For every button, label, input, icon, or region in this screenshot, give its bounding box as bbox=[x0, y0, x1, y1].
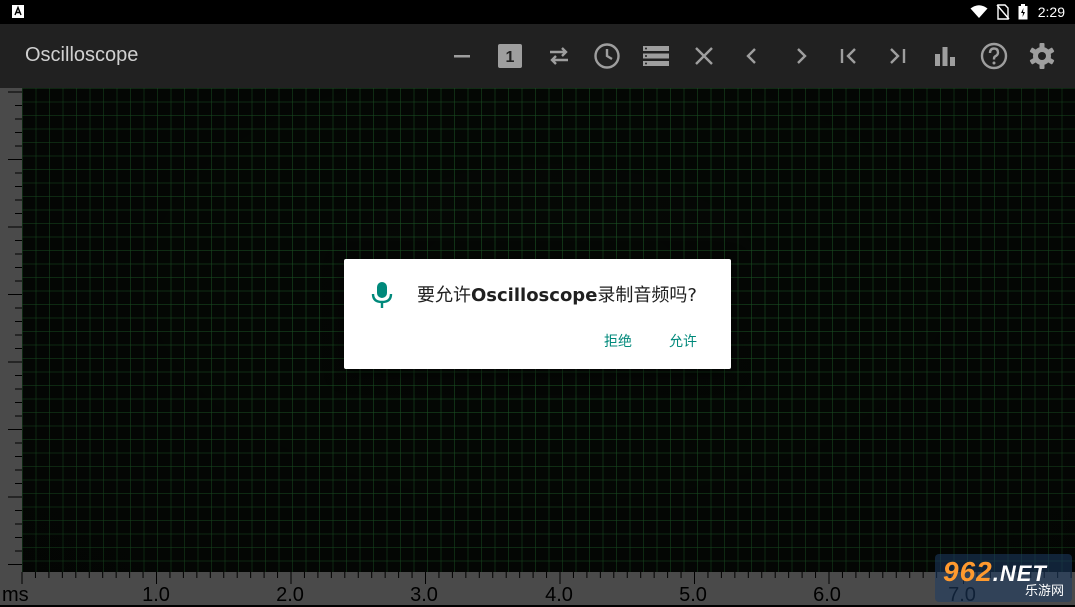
x-tick-label: 4.0 bbox=[545, 584, 573, 606]
permission-dialog: 要允许Oscilloscope录制音频吗? 拒绝 允许 bbox=[344, 259, 731, 369]
bar-chart-icon bbox=[935, 47, 955, 66]
prev-button[interactable] bbox=[736, 40, 768, 72]
x-tick-label: 5.0 bbox=[679, 584, 707, 606]
close-icon bbox=[695, 47, 713, 65]
vertical-ticks bbox=[8, 91, 22, 565]
swap-button[interactable] bbox=[543, 40, 575, 72]
vertical-ruler bbox=[0, 88, 22, 572]
dialog-prefix: 要允许 bbox=[417, 285, 471, 306]
app-title: Oscilloscope bbox=[25, 44, 139, 66]
prev-icon bbox=[746, 48, 756, 64]
x-tick-label: 2.0 bbox=[276, 584, 304, 606]
no-sim-icon bbox=[996, 4, 1010, 20]
status-bar: 2:29 bbox=[0, 0, 1075, 24]
close-button[interactable] bbox=[688, 40, 720, 72]
first-icon bbox=[840, 48, 856, 64]
notification-icon bbox=[12, 5, 24, 18]
clock-icon bbox=[594, 43, 620, 69]
app-bar: Oscilloscope 1 bbox=[0, 24, 1075, 88]
minus-icon bbox=[454, 55, 470, 58]
dialog-message: 要允许Oscilloscope录制音频吗? bbox=[417, 281, 697, 307]
channel-1-icon: 1 bbox=[498, 44, 522, 68]
last-icon bbox=[890, 48, 906, 64]
x-tick-label: 1.0 bbox=[142, 584, 170, 606]
watermark-logo: 962.NET 乐游网 bbox=[935, 554, 1072, 602]
x-unit-label: ms bbox=[2, 584, 29, 606]
last-button[interactable] bbox=[881, 40, 913, 72]
allow-button[interactable]: 允许 bbox=[669, 331, 697, 351]
next-button[interactable] bbox=[785, 40, 817, 72]
minus-button[interactable] bbox=[446, 40, 478, 72]
spectrum-button[interactable] bbox=[929, 40, 961, 72]
watermark-tagline: 乐游网 bbox=[1024, 584, 1064, 599]
microphone-icon bbox=[371, 282, 393, 308]
dialog-app-name: Oscilloscope bbox=[471, 285, 598, 306]
swap-icon bbox=[550, 47, 568, 65]
horizontal-ruler: ms 1.0 2.0 3.0 4.0 5.0 6.0 7.0 bbox=[0, 572, 1075, 606]
settings-button[interactable] bbox=[1026, 40, 1058, 72]
next-icon bbox=[797, 48, 807, 64]
deny-button[interactable]: 拒绝 bbox=[604, 331, 632, 351]
x-tick-label: 3.0 bbox=[410, 584, 438, 606]
clock-time: 2:29 bbox=[1037, 4, 1065, 20]
list-button[interactable] bbox=[640, 40, 672, 72]
timer-button[interactable] bbox=[591, 40, 623, 72]
help-icon bbox=[980, 42, 1008, 70]
first-button[interactable] bbox=[833, 40, 865, 72]
menu-list-icon bbox=[643, 46, 669, 66]
settings-icon bbox=[1029, 43, 1055, 69]
channel-button[interactable]: 1 bbox=[494, 40, 526, 72]
wifi-icon bbox=[970, 5, 988, 18]
dialog-suffix: 录制音频吗? bbox=[597, 285, 697, 306]
help-button[interactable] bbox=[978, 40, 1010, 72]
channel-number: 1 bbox=[506, 49, 515, 66]
x-tick-label: 6.0 bbox=[813, 584, 841, 606]
battery-icon bbox=[1018, 4, 1028, 20]
